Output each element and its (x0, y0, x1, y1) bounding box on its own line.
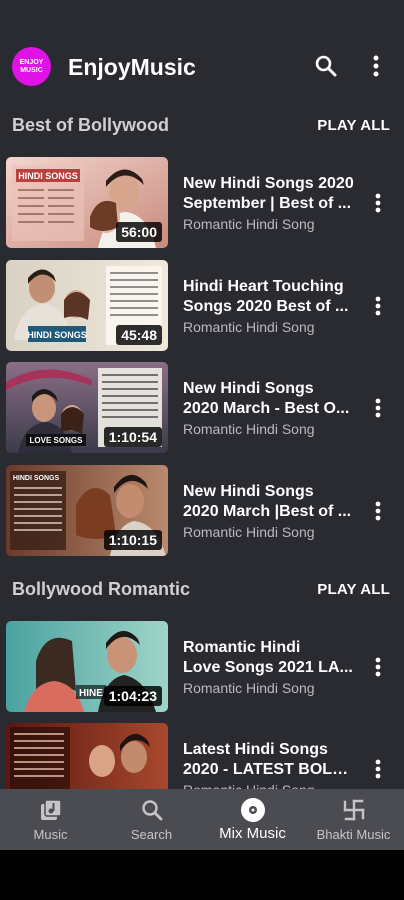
search-icon[interactable] (312, 52, 340, 80)
play-all-button[interactable]: PLAY ALL (317, 581, 390, 598)
video-duration: 45:48 (116, 325, 162, 345)
thumb-text: LOVE SONGS (30, 436, 84, 445)
thumb-text: HINE (79, 688, 103, 699)
swastika-icon (303, 797, 404, 823)
video-list-item[interactable]: HINDI SONGS 45:48 Hindi Heart Touching S… (0, 260, 404, 352)
video-title: Latest Hindi Songs 2020 - LATEST BOLL... (183, 740, 355, 780)
video-list-item[interactable]: HINDI SONGS 1:10:15 New Hindi Songs 2020… (0, 465, 404, 557)
video-thumbnail: HINE 1:04:23 (6, 621, 168, 712)
video-thumbnail: HINDI SONGS 1:10:15 (6, 465, 168, 556)
video-title-line2: September | Best of ... (183, 195, 352, 212)
section-title: Bollywood Romantic (12, 579, 191, 599)
video-title-line1: New Hindi Songs (183, 483, 314, 500)
video-list-item[interactable]: LOVE SONGS 1:10:54 New Hindi Songs 2020 … (0, 362, 404, 454)
video-list-item[interactable]: HINDI SONGS 56:00 New Hindi Songs 2020 S… (0, 157, 404, 249)
video-list-item[interactable]: HINE 1:04:23 Romantic Hindi Love Songs 2… (0, 621, 404, 713)
more-vert-icon[interactable] (366, 499, 390, 523)
video-title-line1: Latest Hindi Songs (183, 741, 328, 758)
more-vert-icon[interactable] (366, 396, 390, 420)
video-title-line1: New Hindi Songs 2020 (183, 175, 354, 192)
nav-item-bhakti-music[interactable]: Bhakti Music (303, 789, 404, 850)
video-title-line2: Love Songs 2021 LA... (183, 659, 353, 676)
video-title: New Hindi Songs 2020 March - Best O... (183, 379, 355, 419)
video-channel: Romantic Hindi Song (183, 319, 315, 335)
video-title-line1: Hindi Heart Touching (183, 278, 344, 295)
nav-item-mix-music[interactable]: Mix Music (202, 789, 303, 850)
video-duration: 1:10:15 (103, 530, 162, 550)
thumb-text: HINDI SONGS (18, 171, 78, 181)
logo-line1: ENJOY (19, 58, 44, 66)
video-title: New Hindi Songs 2020 March |Best of ... (183, 482, 355, 522)
music-library-icon (0, 797, 101, 823)
top-app-bar: ENJOY MUSIC EnjoyMusic (0, 0, 404, 100)
nav-label: Bhakti Music (316, 827, 391, 842)
video-thumbnail: LOVE SONGS 1:10:54 (6, 362, 168, 453)
disc-icon (202, 797, 303, 823)
nav-item-search[interactable]: Search (101, 789, 202, 850)
video-thumbnail: HINDI SONGS 56:00 (6, 157, 168, 248)
app-logo: ENJOY MUSIC (12, 47, 51, 86)
app-title: EnjoyMusic (68, 54, 196, 80)
section-title: Best of Bollywood (12, 115, 169, 135)
video-title-line1: New Hindi Songs (183, 380, 314, 397)
thumb-text: HINDI SONGS (13, 475, 60, 482)
section-header-bollywood-romantic: Bollywood Romantic PLAY ALL (0, 575, 404, 605)
video-channel: Romantic Hindi Song (183, 524, 315, 540)
nav-label: Mix Music (219, 825, 286, 842)
video-title-line1: Romantic Hindi (183, 639, 301, 656)
more-vert-icon[interactable] (366, 294, 390, 318)
video-thumbnail: HINDI SONGS 45:48 (6, 260, 168, 351)
section-header-best-of-bollywood: Best of Bollywood PLAY ALL (0, 111, 404, 141)
more-vert-icon[interactable] (366, 191, 390, 215)
nav-item-music[interactable]: Music (0, 789, 101, 850)
video-channel: Romantic Hindi Song (183, 216, 315, 232)
more-vert-icon[interactable] (366, 655, 390, 679)
app-screen: ENJOY MUSIC EnjoyMusic Best of Bollywood… (0, 0, 404, 850)
video-duration: 56:00 (116, 222, 162, 242)
thumb-text: HINDI SONGS (27, 330, 87, 340)
play-all-button[interactable]: PLAY ALL (317, 117, 390, 134)
logo-line2: MUSIC (20, 66, 43, 74)
video-title-line2: 2020 March - Best O... (183, 400, 350, 417)
video-title: Hindi Heart Touching Songs 2020 Best of … (183, 277, 355, 317)
more-vert-icon[interactable] (366, 757, 390, 781)
more-vert-icon[interactable] (362, 52, 390, 80)
video-title: Romantic Hindi Love Songs 2021 LA... (183, 638, 355, 678)
bottom-navigation: Music Search Mix Music Bhakti Music (0, 789, 404, 850)
video-duration: 1:04:23 (103, 686, 162, 706)
nav-label: Music (33, 827, 68, 842)
video-channel: Romantic Hindi Song (183, 680, 315, 696)
video-duration: 1:10:54 (103, 427, 162, 447)
video-title: New Hindi Songs 2020 September | Best of… (183, 174, 355, 214)
nav-label: Search (130, 827, 173, 842)
video-title-line2: 2020 - LATEST BOLL... (183, 761, 355, 778)
video-channel: Romantic Hindi Song (183, 421, 315, 437)
video-title-line2: 2020 March |Best of ... (183, 503, 352, 520)
video-title-line2: Songs 2020 Best of ... (183, 298, 349, 315)
search-icon (101, 797, 202, 823)
system-navigation-bar (0, 850, 404, 900)
